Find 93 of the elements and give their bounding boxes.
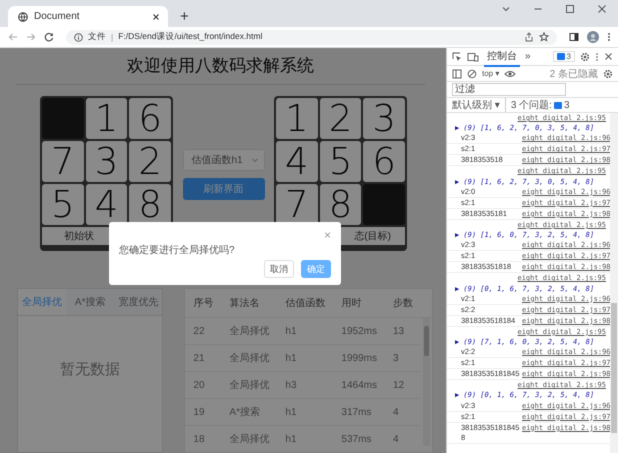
table-cell: 18 — [185, 426, 222, 452]
address-scheme: 文件 — [88, 31, 106, 43]
share-icon[interactable] — [524, 32, 534, 42]
page-title: 欢迎使用八数码求解系统 — [126, 55, 315, 78]
number-tile[interactable]: 4 — [276, 141, 318, 182]
number-tile[interactable]: 8 — [320, 184, 362, 225]
table-cell: 21 — [185, 344, 222, 372]
more-menu-icon[interactable] — [595, 52, 599, 62]
message-icon — [556, 53, 565, 60]
message-icon — [554, 102, 562, 108]
reload-icon[interactable] — [44, 32, 54, 42]
cancel-button[interactable]: 取消 — [264, 260, 294, 278]
globe-icon — [18, 12, 28, 22]
eye-icon[interactable] — [504, 70, 516, 78]
number-tile[interactable]: 1 — [86, 98, 128, 139]
column-header: 序号 — [185, 289, 222, 318]
board-caption: 初始状 — [64, 230, 94, 243]
table-cell: 20 — [185, 372, 222, 398]
address-url: F:/DS/end课设/ui/test_front/index.html — [118, 31, 262, 43]
browser-tab[interactable]: Document — [8, 6, 168, 27]
log-level-select[interactable]: 默认级别 ▾ — [452, 98, 500, 112]
table-cell: 1952ms — [333, 318, 385, 344]
table-cell: 317ms — [333, 398, 385, 426]
close-icon[interactable] — [152, 12, 160, 20]
table-cell: h1 — [277, 344, 334, 372]
number-tile[interactable]: 2 — [129, 141, 171, 182]
settings-icon[interactable] — [580, 52, 590, 62]
table-cell: 4 — [385, 426, 421, 452]
side-panel-icon[interactable] — [569, 32, 579, 42]
hidden-count: 2 条已隐藏 — [550, 68, 598, 80]
tab-title: Document — [34, 11, 81, 22]
close-icon[interactable] — [597, 4, 607, 14]
board-caption: 态(目标) — [354, 230, 391, 243]
number-tile[interactable]: 8 — [129, 184, 171, 225]
empty-message: 暂无数据 — [60, 360, 120, 378]
chevron-down-icon — [250, 156, 258, 164]
number-tile[interactable]: 3 — [86, 141, 128, 182]
settings-icon[interactable] — [603, 68, 613, 78]
filter-field[interactable]: 过滤 — [452, 83, 566, 96]
clear-icon[interactable] — [467, 68, 477, 78]
table-cell: 全局择优 — [221, 344, 278, 372]
table-cell: 19 — [185, 398, 222, 426]
number-tile[interactable]: 1 — [276, 98, 318, 139]
table-cell: 全局择优 — [221, 372, 278, 398]
number-tile[interactable]: 5 — [42, 184, 84, 225]
number-tile[interactable]: 6 — [363, 141, 405, 182]
number-tile[interactable]: 3 — [363, 98, 405, 139]
number-tile[interactable]: 7 — [42, 141, 84, 182]
scrollbar[interactable] — [610, 113, 618, 453]
chevron-down-icon[interactable] — [501, 4, 511, 14]
info-icon — [74, 32, 83, 42]
number-tile[interactable]: 5 — [320, 141, 362, 182]
star-icon[interactable] — [539, 32, 549, 42]
number-tile[interactable]: 4 — [86, 184, 128, 225]
table-cell: 537ms — [333, 426, 385, 452]
dialog-message: 您确定要进行全局择优吗? — [119, 244, 235, 257]
table-cell: 13 — [385, 318, 421, 344]
more-menu-icon[interactable] — [607, 32, 611, 42]
table-cell: 全局择优 — [221, 426, 278, 452]
address-bar[interactable]: 文件 | F:/DS/end课设/ui/test_front/index.html — [66, 30, 557, 44]
scrollbar[interactable] — [423, 318, 430, 446]
table-cell: h1 — [277, 398, 334, 426]
number-tile[interactable]: 7 — [276, 184, 318, 225]
avatar-icon[interactable] — [587, 31, 599, 43]
table-cell: 4 — [385, 398, 421, 426]
table-cell: 3 — [385, 344, 421, 372]
column-header: 估值函数 — [277, 289, 334, 318]
more-tabs-button[interactable]: » — [525, 51, 531, 62]
table-cell: 22 — [185, 318, 222, 344]
table-cell: 全局择优 — [221, 318, 278, 344]
table-cell: h1 — [277, 318, 334, 344]
number-tile[interactable]: 2 — [320, 98, 362, 139]
table-cell: 1464ms — [333, 372, 385, 398]
new-tab-button[interactable]: + — [180, 9, 189, 24]
sidebar-icon[interactable] — [452, 68, 462, 78]
maximize-icon[interactable] — [565, 4, 575, 14]
column-header: 算法名 — [221, 289, 278, 318]
address-separator: | — [111, 32, 114, 42]
devtools-tab[interactable]: 控制台 — [484, 46, 520, 66]
issues-badge[interactable]: 3 — [552, 51, 575, 62]
table-cell: 1999ms — [333, 344, 385, 372]
table-cell: h3 — [277, 372, 334, 398]
inspect-icon[interactable] — [452, 52, 462, 62]
table-cell: 12 — [385, 372, 421, 398]
table-cell: A*搜索 — [221, 398, 278, 426]
close-icon[interactable] — [604, 52, 613, 61]
column-header: 用时 — [333, 289, 385, 318]
device-icon[interactable] — [467, 52, 479, 62]
context-select[interactable]: top ▾ — [482, 69, 500, 78]
issues-button[interactable]: 3 个问题: 3 — [504, 98, 570, 112]
number-tile[interactable]: 6 — [129, 98, 171, 139]
column-header: 步数 — [385, 289, 421, 318]
table-cell: h1 — [277, 426, 334, 452]
